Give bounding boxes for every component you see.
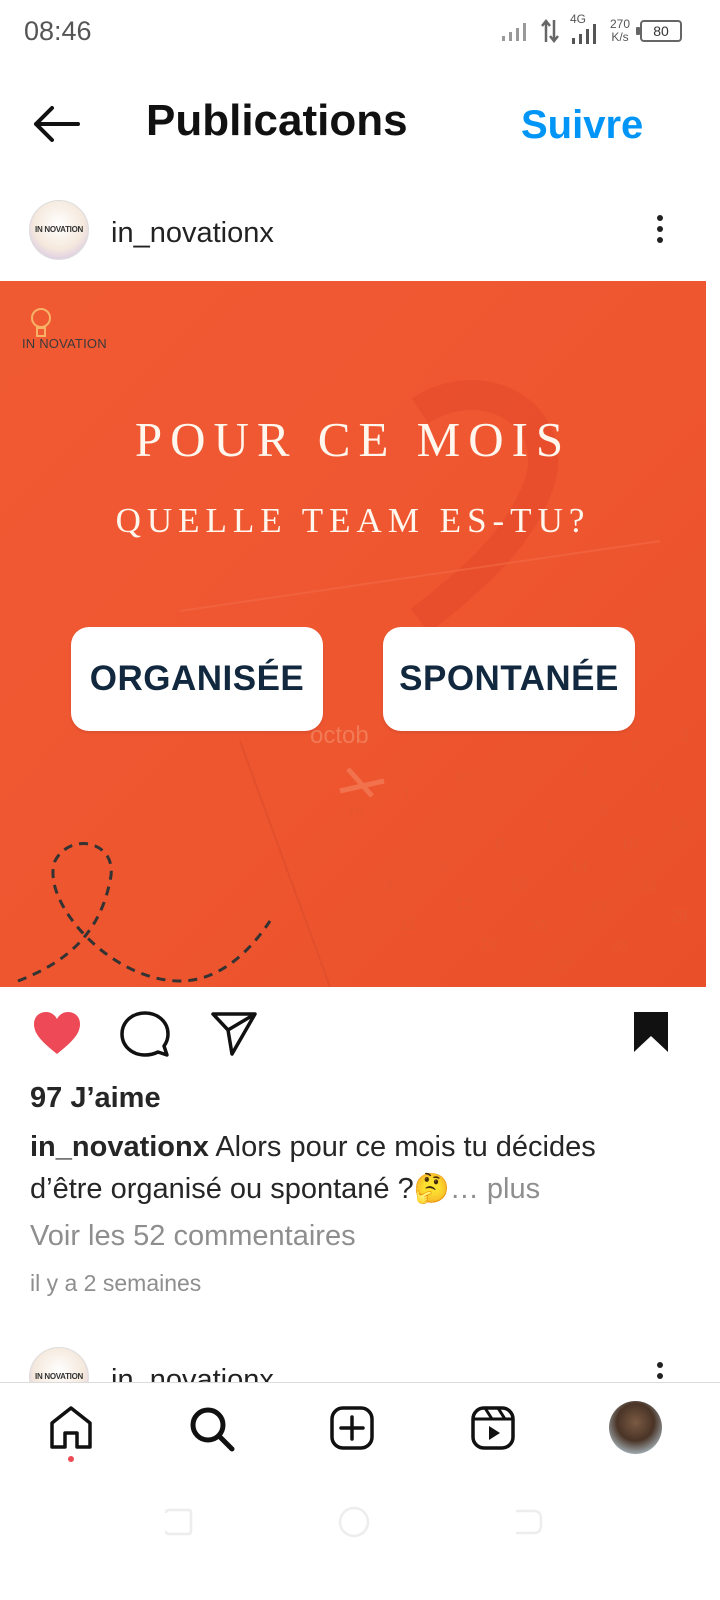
heart-icon[interactable]: [32, 1010, 82, 1056]
reels-icon[interactable]: [470, 1405, 516, 1451]
back-nav-icon[interactable]: [512, 1507, 544, 1537]
svg-text:m: m: [350, 803, 363, 820]
svg-text:22: 22: [640, 878, 658, 895]
follow-button[interactable]: Suivre: [521, 103, 643, 148]
home-icon[interactable]: [48, 1405, 94, 1451]
page-title: Publications: [146, 96, 408, 145]
svg-text:w: w: [454, 768, 467, 785]
bookmark-icon[interactable]: [632, 1010, 670, 1054]
comment-icon[interactable]: [120, 1010, 170, 1058]
next-more-options-icon[interactable]: [657, 1357, 665, 1382]
svg-text:29: 29: [670, 908, 688, 925]
svg-text:6: 6: [495, 836, 504, 853]
data-transfer-icon: [540, 18, 559, 44]
next-post-header: IN NOVATION in_novationx: [0, 1340, 720, 1382]
post-avatar[interactable]: IN NOVATION: [29, 200, 89, 260]
bottom-navigation: [0, 1382, 720, 1475]
svg-text:5: 5: [440, 858, 449, 875]
signal-icon: [501, 23, 526, 41]
post-subheadline: QUELLE TEAM ES-TU?: [115, 501, 591, 540]
next-post-avatar[interactable]: IN NOVATION: [29, 1347, 89, 1382]
avatar-logo-text: IN NOVATION: [35, 225, 83, 234]
network-speed: 270 K/s: [610, 18, 630, 44]
arrow-left-icon[interactable]: [32, 104, 80, 144]
more-options-icon[interactable]: [657, 210, 665, 248]
post-headline: POUR CE MOIS: [134, 412, 572, 467]
home-circle-icon[interactable]: [337, 1505, 371, 1539]
system-navigation: [0, 1474, 720, 1600]
post-username[interactable]: in_novationx: [111, 217, 274, 250]
home-active-indicator: [68, 1456, 74, 1462]
svg-text:15: 15: [620, 836, 638, 853]
svg-text:8: 8: [600, 803, 609, 820]
view-comments-link[interactable]: Voir les 52 commentaires: [30, 1220, 356, 1253]
svg-text:27: 27: [555, 958, 573, 975]
network-type: 4G: [569, 12, 586, 26]
status-icons: 4G 270 K/s 80: [500, 12, 682, 46]
post-caption: in_novationx Alors pour ce mois tu décid…: [30, 1126, 670, 1210]
svg-text:14: 14: [570, 858, 588, 875]
option-spontanee: SPONTANÉE: [383, 627, 635, 731]
option-organisee: ORGANISÉE: [71, 627, 323, 731]
svg-text:19: 19: [480, 936, 498, 953]
svg-text:12: 12: [455, 896, 473, 913]
svg-text:13: 13: [510, 876, 528, 893]
status-time: 08:46: [24, 16, 92, 46]
profile-avatar[interactable]: [609, 1401, 662, 1454]
next-avatar-logo-text: IN NOVATION: [35, 1372, 83, 1381]
caption-more-link[interactable]: … plus: [450, 1173, 540, 1205]
brand-logo-text: IN NOVATION: [22, 336, 107, 351]
battery-indicator: 80: [636, 20, 682, 42]
post-timestamp: il y a 2 semaines: [30, 1270, 202, 1296]
svg-text:7: 7: [545, 818, 554, 835]
create-post-icon[interactable]: [329, 1405, 375, 1451]
post-image[interactable]: octob 2 3 1 8 9 7 15 16 6 14 22 5 13 21 29 4 12 20 28…: [0, 281, 706, 987]
svg-text:16: 16: [670, 816, 688, 833]
recent-apps-icon[interactable]: [162, 1507, 194, 1537]
svg-text:1: 1: [580, 763, 589, 780]
svg-text:11: 11: [400, 916, 417, 933]
svg-text:octob: octob: [310, 722, 369, 749]
svg-text:28: 28: [610, 938, 628, 955]
svg-text:9: 9: [650, 778, 659, 795]
share-icon[interactable]: [210, 1010, 258, 1056]
search-icon[interactable]: [188, 1405, 236, 1453]
next-post-username[interactable]: in_novationx: [111, 1364, 274, 1382]
caption-username[interactable]: in_novationx: [30, 1131, 209, 1163]
svg-text:21: 21: [590, 898, 608, 915]
svg-text:4: 4: [385, 878, 394, 895]
svg-text:20: 20: [530, 918, 548, 935]
svg-text:2: 2: [630, 738, 639, 755]
likes-count[interactable]: 97 J’aime: [30, 1082, 161, 1115]
svg-text:3: 3: [680, 728, 689, 745]
svg-text:t: t: [405, 786, 410, 803]
speed-unit: K/s: [611, 30, 629, 44]
